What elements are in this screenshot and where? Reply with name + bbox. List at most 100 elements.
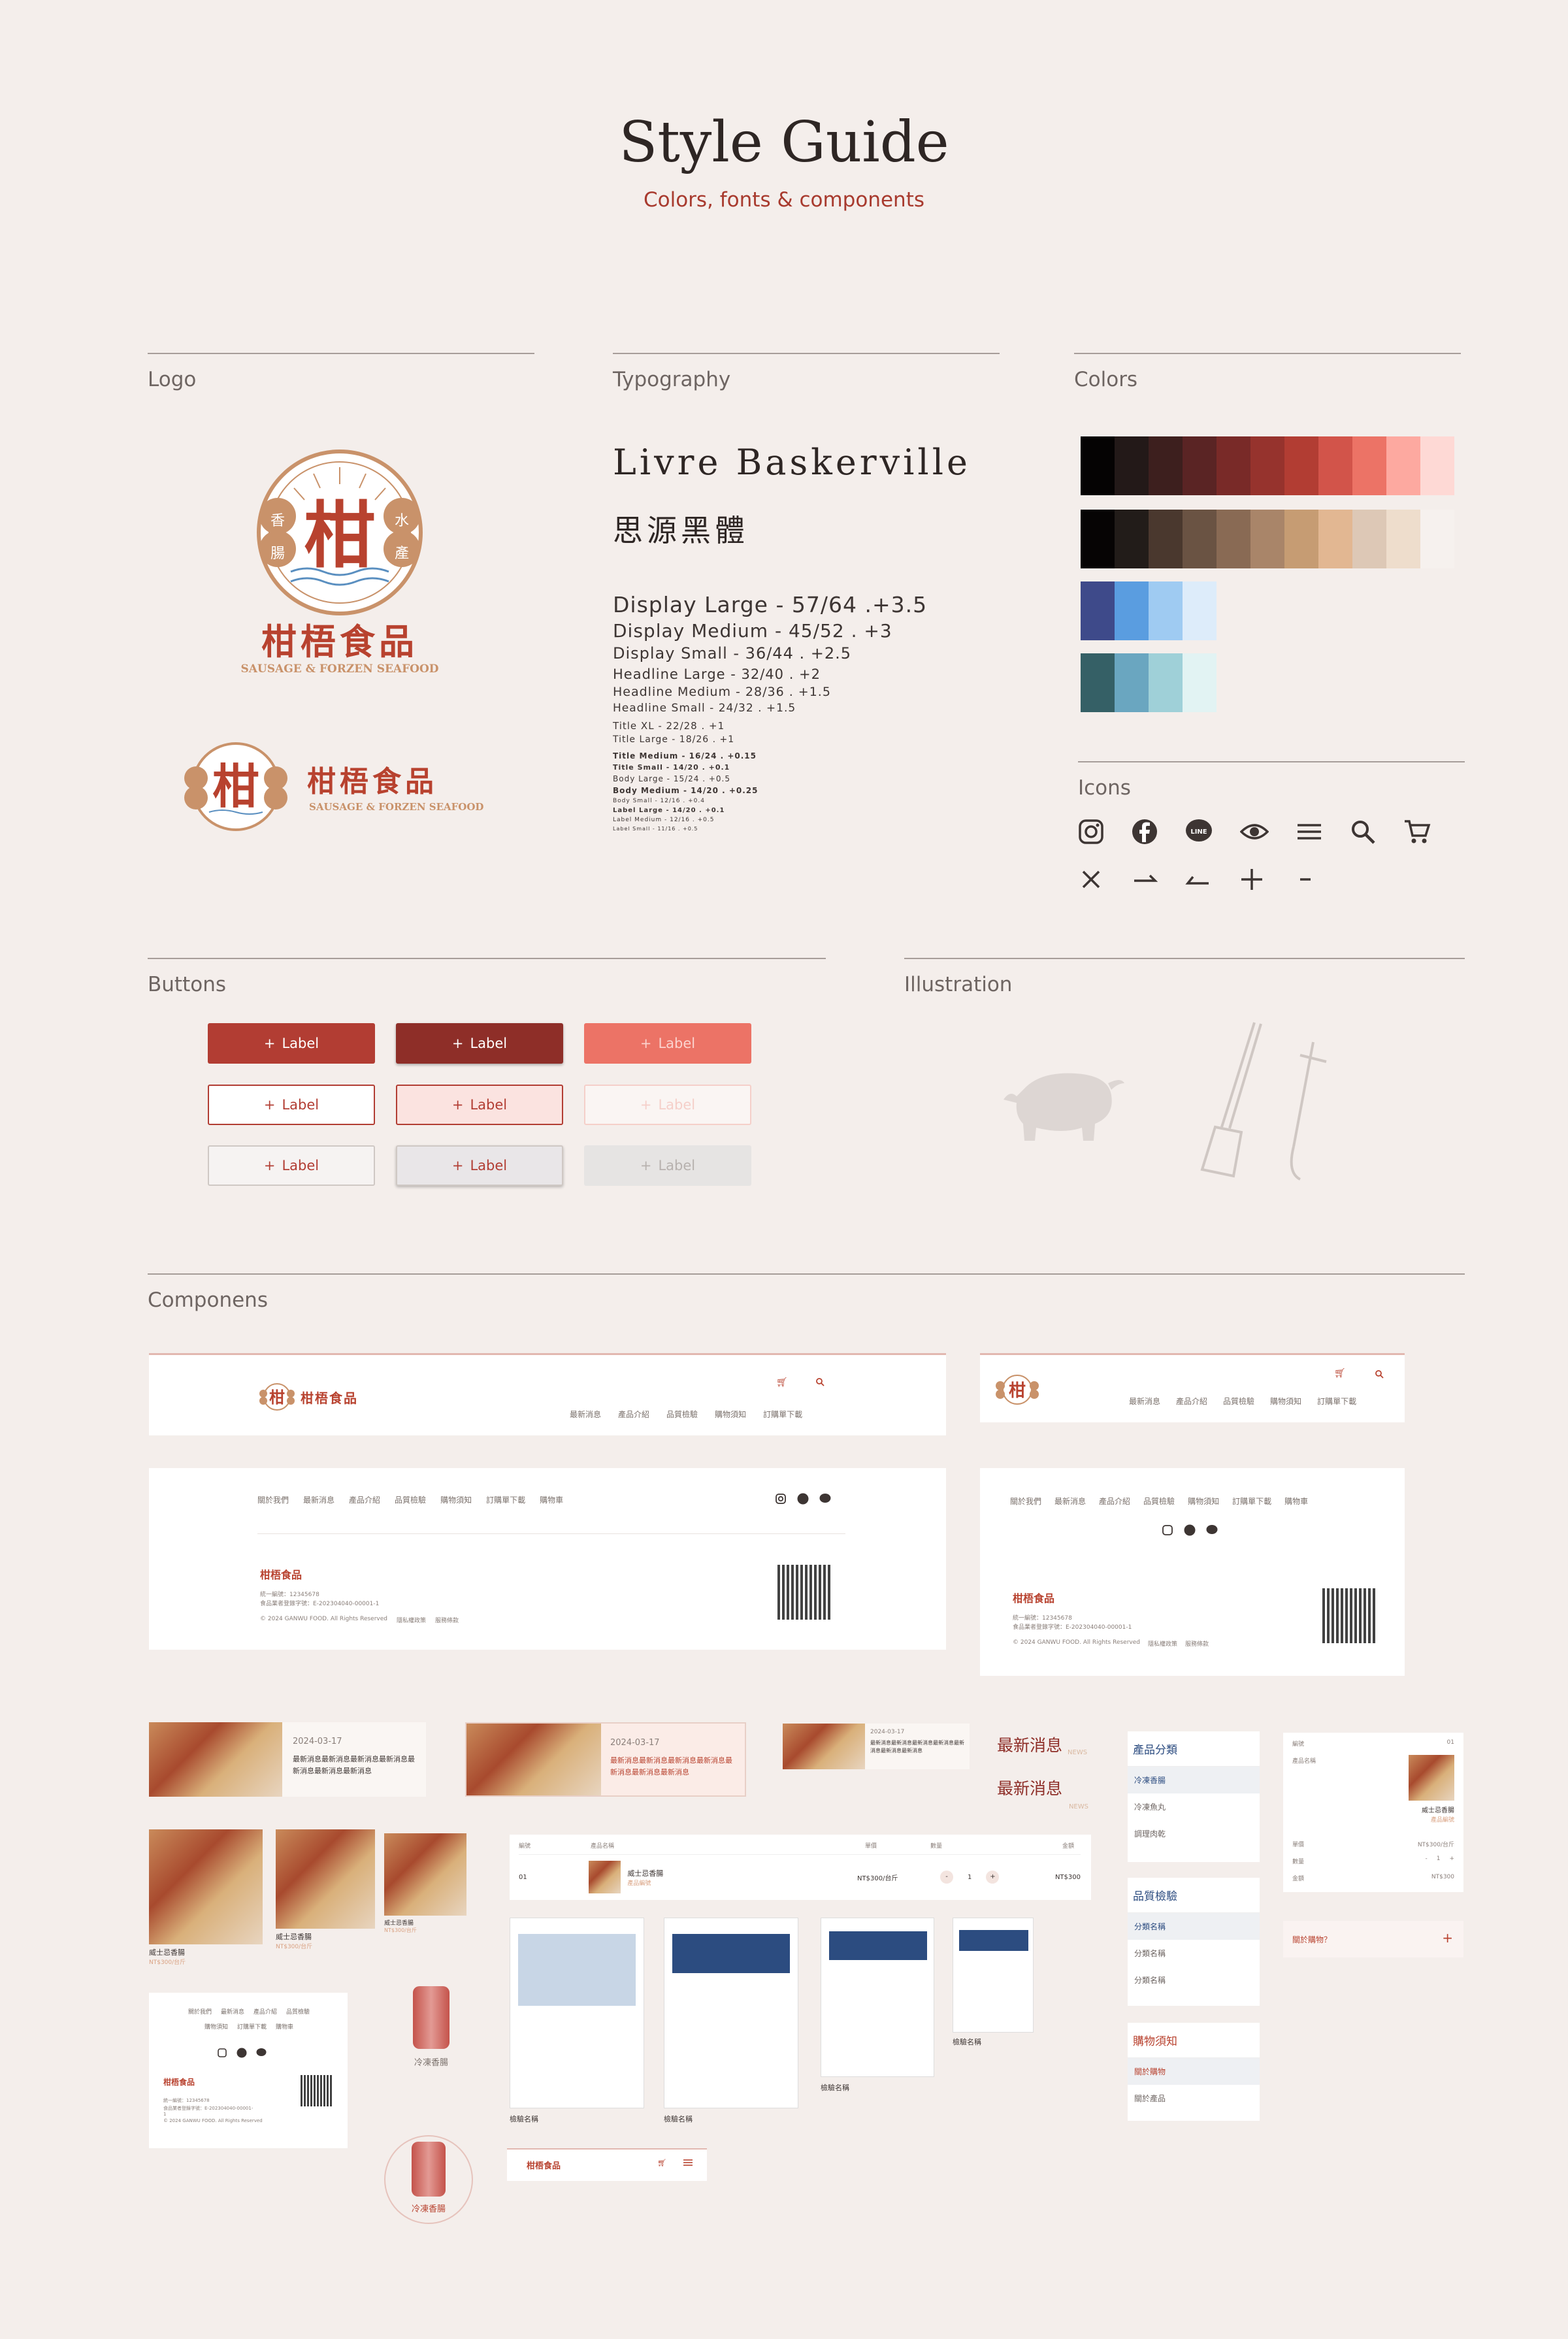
nav-item[interactable]: 關於我們: [188, 2007, 212, 2016]
chevron-left-icon[interactable]: [1185, 866, 1211, 892]
nav-item[interactable]: 購物須知: [204, 2022, 228, 2031]
nav-item[interactable]: 訂購單下載: [1317, 1396, 1356, 1407]
cart-icon[interactable]: 🛒︎: [657, 2159, 666, 2167]
cart-icon[interactable]: 🛒︎: [1334, 1368, 1346, 1379]
line-icon[interactable]: LINE: [1185, 818, 1213, 845]
nav-item[interactable]: 產品介紹: [253, 2007, 277, 2016]
quantity-stepper[interactable]: - 1 +: [940, 1871, 1017, 1884]
product-card[interactable]: 威士忌香腸 NT$300/台斤: [149, 1829, 263, 1966]
product-card-hover[interactable]: 威士忌香腸 NT$300/台斤: [276, 1829, 375, 1950]
privacy-link[interactable]: 隱私權政策: [397, 1616, 426, 1624]
product-card-small[interactable]: 威士忌香腸 NT$300/台斤: [384, 1833, 466, 1934]
col-qty: 數量: [930, 1843, 943, 1850]
line-icon[interactable]: [256, 2048, 267, 2058]
nav-item[interactable]: 產品介紹: [349, 1494, 380, 1505]
nav-item[interactable]: 購物須知: [1188, 1496, 1219, 1507]
close-icon[interactable]: [1078, 866, 1104, 892]
nav-item[interactable]: 最新消息: [570, 1409, 601, 1420]
news-card-small[interactable]: 2024-03-17 最新消息最新消息最新消息最新消息最新消息最新消息最新消息: [783, 1724, 970, 1769]
divider: [1078, 761, 1465, 762]
sidebar-item[interactable]: 冷凍香腸: [1128, 1767, 1260, 1793]
nav-item[interactable]: 購物須知: [1270, 1396, 1301, 1407]
report-card[interactable]: 檢驗名稱: [664, 1918, 798, 2124]
nav-item[interactable]: 品質檢驗: [395, 1494, 426, 1505]
button-filled-default[interactable]: + Label: [208, 1023, 375, 1064]
nav-item[interactable]: 最新消息: [1129, 1396, 1160, 1407]
nav-item[interactable]: 最新消息: [303, 1494, 335, 1505]
search-icon[interactable]: [815, 1377, 825, 1386]
facebook-icon[interactable]: [797, 1493, 809, 1505]
nav-item[interactable]: 購物須知: [715, 1409, 746, 1420]
line-icon[interactable]: [819, 1493, 831, 1505]
nav-item[interactable]: 購物車: [540, 1494, 563, 1505]
nav-item[interactable]: 品質檢驗: [666, 1409, 698, 1420]
faq-accordion[interactable]: 關於購物？ +: [1283, 1921, 1463, 1957]
nav-item[interactable]: 最新消息: [1054, 1496, 1086, 1507]
sidebar-item[interactable]: 調理肉乾: [1128, 1820, 1260, 1847]
nav-item[interactable]: 產品介紹: [1176, 1396, 1207, 1407]
news-card-hover[interactable]: 2024-03-17 最新消息最新消息最新消息最新消息最新消息最新消息最新消息: [465, 1722, 746, 1797]
button-neutral-disabled[interactable]: + Label: [584, 1145, 751, 1186]
nav-item[interactable]: 產品介紹: [618, 1409, 649, 1420]
plus-button[interactable]: +: [986, 1871, 1000, 1884]
minus-button[interactable]: -: [1425, 1856, 1427, 1862]
button-outline-disabled[interactable]: + Label: [584, 1085, 751, 1125]
sidebar-item[interactable]: 分類名稱: [1128, 1940, 1260, 1967]
nav-item[interactable]: 訂購單下載: [486, 1494, 525, 1505]
button-filled-hover[interactable]: + Label: [396, 1023, 563, 1064]
menu-icon[interactable]: [683, 2159, 693, 2167]
minus-button[interactable]: -: [940, 1871, 954, 1884]
nav-item[interactable]: 關於我們: [257, 1494, 289, 1505]
line-icon[interactable]: [1206, 1524, 1218, 1536]
report-card[interactable]: 檢驗名稱: [953, 1918, 1034, 2047]
sidebar-item[interactable]: 關於產品: [1128, 2085, 1260, 2112]
nav-item[interactable]: 訂購單下載: [237, 2022, 267, 2031]
eye-icon[interactable]: [1240, 819, 1269, 845]
sidebar-item[interactable]: 關於購物: [1128, 2058, 1260, 2085]
button-neutral-default[interactable]: + Label: [208, 1145, 375, 1186]
frozen-product-thumb[interactable]: 冷凍香腸: [405, 1986, 457, 2068]
nav-item[interactable]: 訂購單下載: [763, 1409, 802, 1420]
sidebar-item[interactable]: 分類名稱: [1128, 1967, 1260, 1993]
instagram-icon[interactable]: [1162, 1524, 1173, 1536]
report-card[interactable]: 檢驗名稱: [510, 1918, 644, 2124]
instagram-icon[interactable]: [1078, 819, 1104, 845]
chevron-right-icon[interactable]: [1132, 866, 1158, 892]
nav-item[interactable]: 購物車: [276, 2022, 293, 2031]
nav-item[interactable]: 關於我們: [1010, 1496, 1041, 1507]
quantity-stepper[interactable]: - 1 +: [1425, 1856, 1454, 1862]
button-outline-default[interactable]: + Label: [208, 1085, 375, 1125]
button-neutral-hover[interactable]: + Label: [396, 1145, 563, 1186]
menu-icon[interactable]: [1296, 819, 1322, 845]
search-icon[interactable]: [1375, 1369, 1384, 1379]
button-filled-disabled[interactable]: + Label: [584, 1023, 751, 1064]
instagram-icon[interactable]: [775, 1493, 787, 1505]
search-icon[interactable]: [1350, 819, 1376, 845]
cart-icon[interactable]: 🛒︎: [776, 1377, 788, 1388]
facebook-icon[interactable]: [1184, 1524, 1196, 1536]
nav-item[interactable]: 購物車: [1284, 1496, 1308, 1507]
minus-icon[interactable]: [1292, 866, 1318, 892]
nav-item[interactable]: 產品介紹: [1099, 1496, 1130, 1507]
news-card[interactable]: 2024-03-17 最新消息最新消息最新消息最新消息最新消息最新消息最新消息: [149, 1722, 426, 1797]
report-card[interactable]: 檢驗名稱: [821, 1918, 934, 2093]
nav-item[interactable]: 購物須知: [440, 1494, 472, 1505]
cart-icon[interactable]: [1403, 819, 1431, 845]
nav-item[interactable]: 品質檢驗: [286, 2007, 310, 2016]
terms-link[interactable]: 服務條款: [1185, 1639, 1209, 1648]
plus-button[interactable]: +: [1449, 1856, 1454, 1862]
nav-item[interactable]: 品質檢驗: [1143, 1496, 1175, 1507]
sidebar-item[interactable]: 冷凍魚丸: [1128, 1793, 1260, 1820]
terms-link[interactable]: 服務條款: [435, 1616, 459, 1624]
frozen-product-thumb-selected[interactable]: 冷凍香腸: [384, 2135, 473, 2224]
instagram-icon[interactable]: [217, 2048, 227, 2058]
plus-icon[interactable]: [1239, 866, 1265, 892]
privacy-link[interactable]: 隱私權政策: [1148, 1639, 1177, 1648]
button-outline-hover[interactable]: + Label: [396, 1085, 563, 1125]
facebook-icon[interactable]: [1132, 819, 1158, 845]
sidebar-item[interactable]: 分類名稱: [1128, 1913, 1260, 1940]
nav-item[interactable]: 品質檢驗: [1223, 1396, 1254, 1407]
nav-item[interactable]: 最新消息: [221, 2007, 244, 2016]
facebook-icon[interactable]: [237, 2048, 247, 2058]
nav-item[interactable]: 訂購單下載: [1232, 1496, 1271, 1507]
